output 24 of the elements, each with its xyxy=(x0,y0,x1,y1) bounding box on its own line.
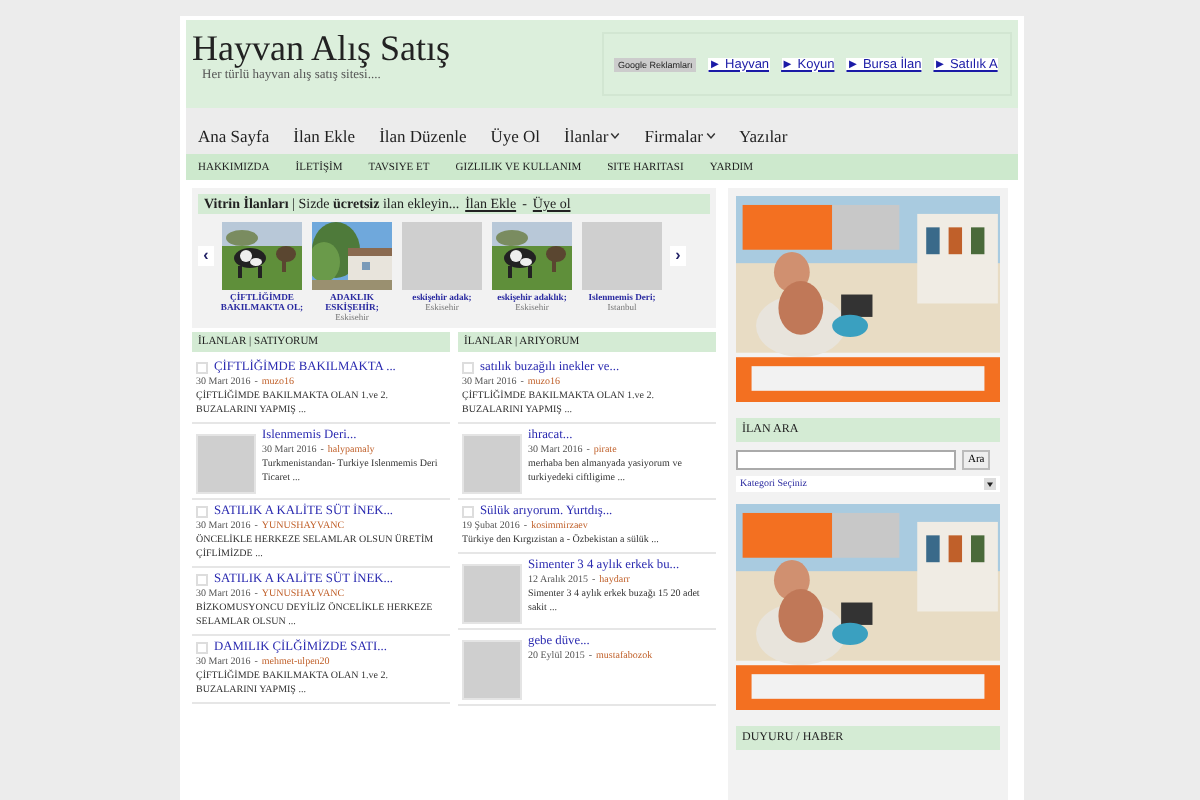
site-title[interactable]: Hayvan Alış Satış xyxy=(192,28,450,68)
next-button[interactable]: › xyxy=(670,246,686,266)
search-field[interactable] xyxy=(736,450,956,470)
bullet-icon xyxy=(462,506,474,518)
nav-item[interactable]: İlanlar xyxy=(564,126,621,146)
nav-item[interactable]: İlan Ekle xyxy=(293,126,356,146)
bullet-icon xyxy=(462,362,474,374)
nav-item[interactable]: İlan Düzenle xyxy=(379,126,467,146)
image-placeholder[interactable] xyxy=(196,434,256,494)
bullet-icon xyxy=(196,574,208,586)
nav-item[interactable]: Yazılar xyxy=(739,126,788,146)
dropdown-arrow-icon xyxy=(984,478,996,490)
bullet-icon xyxy=(196,642,208,654)
nav-item[interactable]: Ana Sayfa xyxy=(198,126,270,146)
bullet-icon xyxy=(196,362,208,374)
image-placeholder[interactable] xyxy=(462,434,522,494)
nav-item[interactable]: Firmalar xyxy=(644,126,715,146)
nav-item[interactable]: Üye Ol xyxy=(490,126,541,146)
image-placeholder[interactable] xyxy=(462,640,522,700)
image-placeholder[interactable] xyxy=(462,564,522,624)
previous-button[interactable]: ‹ xyxy=(198,246,214,266)
image-placeholder[interactable] xyxy=(582,222,662,290)
bullet-icon xyxy=(196,506,208,518)
image-placeholder[interactable] xyxy=(402,222,482,290)
